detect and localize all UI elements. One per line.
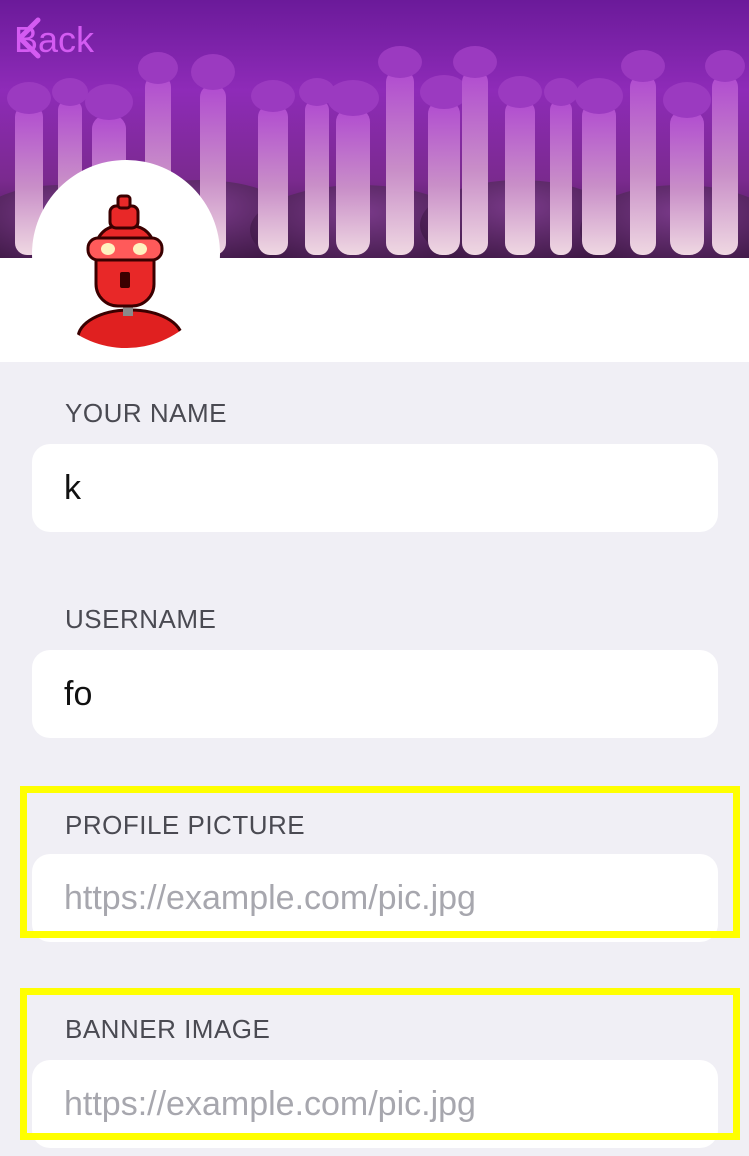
username-label: USERNAME	[65, 604, 217, 634]
avatar[interactable]	[32, 160, 220, 348]
back-button[interactable]: Back	[14, 16, 94, 64]
profile-picture-label: PROFILE PICTURE	[65, 810, 306, 840]
username-input[interactable]	[32, 650, 718, 738]
your-name-input[interactable]	[32, 444, 718, 532]
chevron-left-icon	[17, 17, 41, 59]
profile-picture-url-input[interactable]	[32, 854, 718, 942]
profile-edit-screen: Back YOUR NAME USERNAME PROFILE PICTURE	[0, 0, 749, 1156]
robot-avatar-image	[76, 194, 184, 348]
banner-image-url-input[interactable]	[32, 1060, 718, 1148]
banner-image-label: BANNER IMAGE	[65, 1014, 271, 1044]
your-name-label: YOUR NAME	[65, 398, 227, 428]
